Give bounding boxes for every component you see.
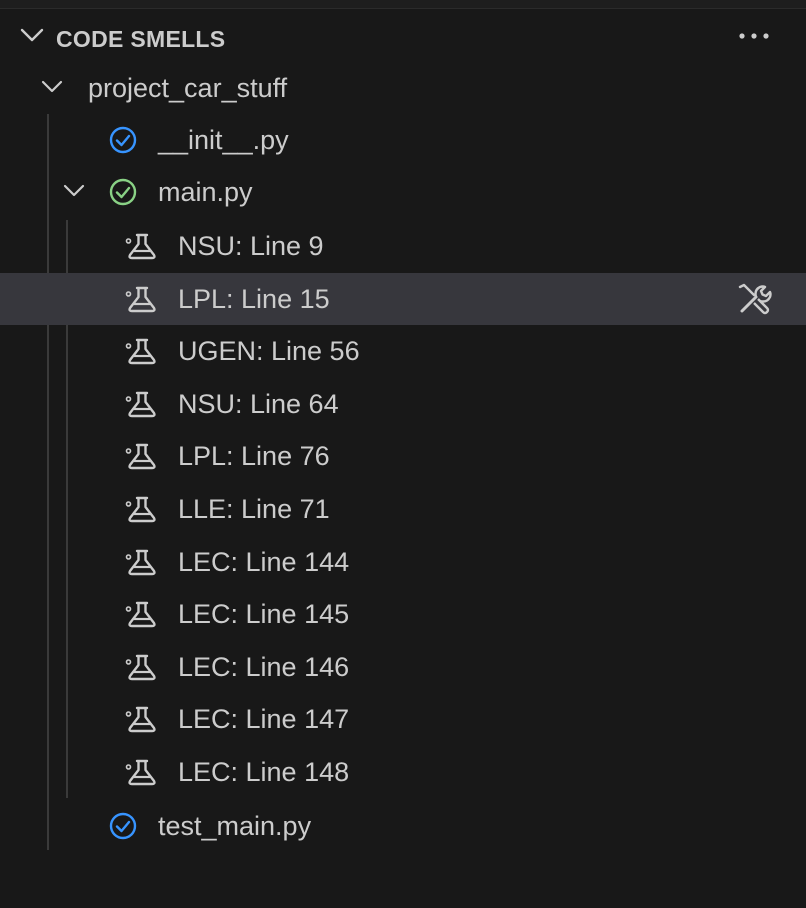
smell-icon bbox=[124, 599, 158, 631]
folder-label: project_car_stuff bbox=[88, 73, 288, 103]
smell-item[interactable]: NSU: Line 64 bbox=[0, 378, 806, 430]
smell-label: LEC: Line 147 bbox=[178, 704, 350, 734]
smell-item[interactable]: LEC: Line 144 bbox=[0, 536, 806, 588]
smell-item[interactable]: LEC: Line 148 bbox=[0, 746, 806, 798]
smell-icon bbox=[124, 284, 158, 316]
smell-label: NSU: Line 9 bbox=[178, 231, 324, 261]
smell-icon bbox=[124, 389, 158, 421]
smell-icon bbox=[124, 652, 158, 684]
section-title: CODE SMELLS bbox=[56, 26, 226, 52]
file-label: test_main.py bbox=[158, 811, 312, 841]
chevron-down-icon[interactable] bbox=[18, 25, 46, 45]
tree-file-test-main[interactable]: test_main.py bbox=[0, 800, 806, 852]
smell-item[interactable]: LEC: Line 146 bbox=[0, 641, 806, 693]
tree-file-main[interactable]: main.py bbox=[0, 166, 806, 218]
smell-label: LEC: Line 148 bbox=[178, 757, 350, 787]
smell-label: LEC: Line 144 bbox=[178, 547, 350, 577]
smell-label: UGEN: Line 56 bbox=[178, 336, 360, 366]
smell-icon bbox=[124, 547, 158, 579]
wrench-screwdriver-icon[interactable] bbox=[734, 281, 772, 317]
smell-label: LEC: Line 145 bbox=[178, 599, 350, 629]
smell-icon bbox=[124, 494, 158, 526]
smell-item[interactable]: LPL: Line 15 bbox=[0, 273, 806, 325]
smell-label: LLE: Line 71 bbox=[178, 494, 330, 524]
chevron-down-icon[interactable] bbox=[40, 78, 64, 96]
check-circle-icon bbox=[109, 126, 137, 154]
smell-label: LPL: Line 15 bbox=[178, 284, 330, 314]
file-label: __init__.py bbox=[158, 125, 289, 155]
smell-item[interactable]: NSU: Line 9 bbox=[0, 220, 806, 272]
smell-item[interactable]: UGEN: Line 56 bbox=[0, 325, 806, 377]
smell-icon bbox=[124, 231, 158, 263]
smell-icon bbox=[124, 441, 158, 473]
smell-icon bbox=[124, 757, 158, 789]
ellipsis-icon[interactable] bbox=[736, 24, 772, 48]
smell-item[interactable]: LPL: Line 76 bbox=[0, 430, 806, 482]
code-smells-panel: CODE SMELLS project_car_stuff __init__.p… bbox=[0, 0, 806, 908]
smell-icon bbox=[124, 704, 158, 736]
smell-label: LEC: Line 146 bbox=[178, 652, 350, 682]
check-circle-icon bbox=[109, 178, 137, 206]
section-header[interactable]: CODE SMELLS bbox=[0, 8, 806, 60]
tree-file-init[interactable]: __init__.py bbox=[0, 114, 806, 166]
smell-label: NSU: Line 64 bbox=[178, 389, 339, 419]
file-label: main.py bbox=[158, 177, 253, 207]
smell-item[interactable]: LEC: Line 145 bbox=[0, 588, 806, 640]
tree-folder-project-car-stuff[interactable]: project_car_stuff bbox=[0, 62, 806, 114]
smell-item[interactable]: LLE: Line 71 bbox=[0, 483, 806, 535]
chevron-down-icon[interactable] bbox=[62, 182, 86, 200]
smell-label: LPL: Line 76 bbox=[178, 441, 330, 471]
check-circle-icon bbox=[109, 812, 137, 840]
smell-icon bbox=[124, 336, 158, 368]
smell-item[interactable]: LEC: Line 147 bbox=[0, 693, 806, 745]
